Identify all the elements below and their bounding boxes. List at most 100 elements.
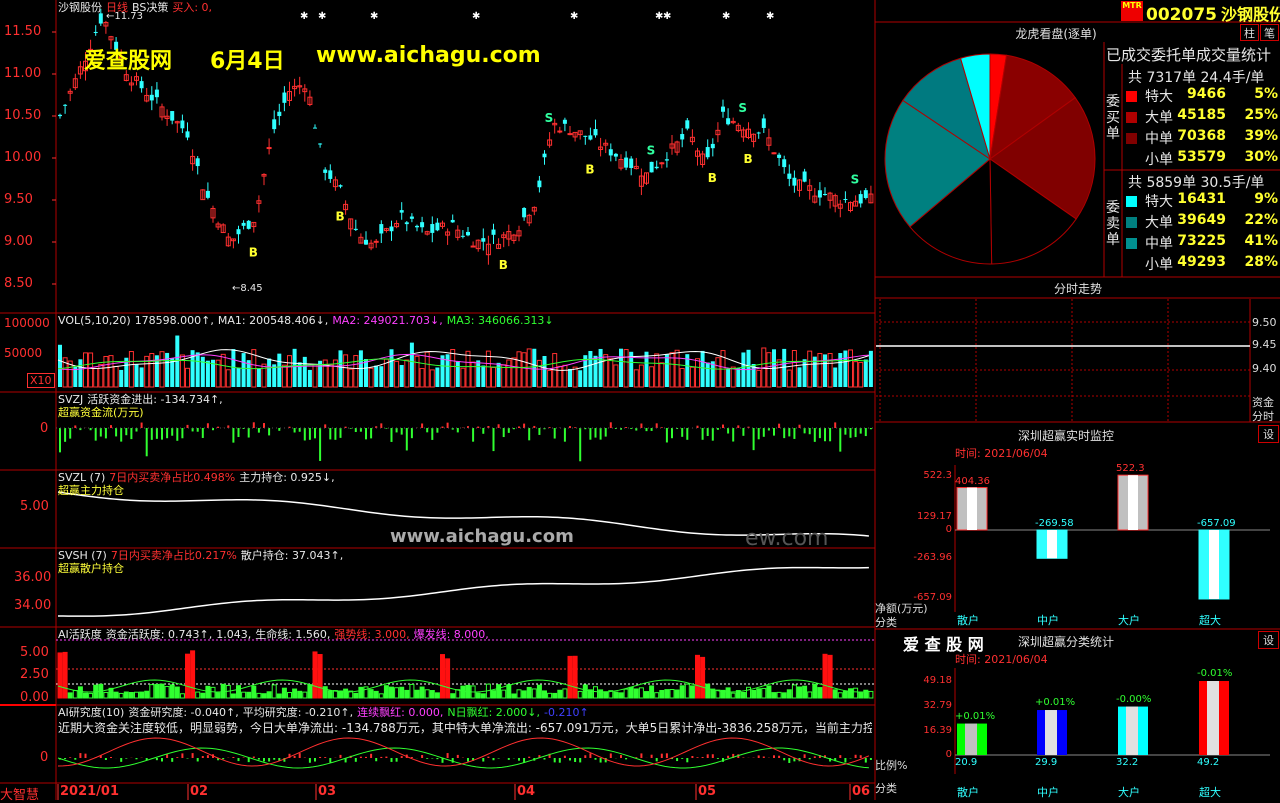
volume-bar <box>689 366 695 388</box>
tick-view-button[interactable]: 笔 <box>1260 24 1279 41</box>
ai-bar <box>618 692 624 699</box>
ai-bar <box>842 690 848 699</box>
candle-body <box>659 162 665 165</box>
air-name[interactable]: AI研究度(10) <box>58 706 124 719</box>
candle-body <box>756 132 761 134</box>
sell-pct: 22% <box>1244 212 1278 228</box>
volume-bar <box>460 367 466 388</box>
ai-bar <box>766 685 772 699</box>
monitor-value-label: 404.36 <box>955 475 990 487</box>
volume-bar <box>465 350 471 388</box>
badge-icon[interactable]: MTR <box>1121 1 1143 21</box>
sell-swatch <box>1126 196 1137 207</box>
volume-bar <box>766 352 772 388</box>
svzj-desc: 活跃资金进出: -134.734↑, <box>87 393 223 406</box>
candle-body <box>629 158 634 168</box>
candle-body <box>858 194 863 204</box>
vol-multiplier[interactable]: X10 <box>27 373 55 388</box>
volume-bar <box>736 368 741 387</box>
ai-bar <box>572 655 578 699</box>
volume-bar <box>277 353 282 387</box>
ai-bar <box>628 686 634 699</box>
ai-bar <box>144 690 150 699</box>
price-tick-label: 9.00 <box>4 234 33 249</box>
ai-bar <box>261 693 267 699</box>
ai-name[interactable]: AI活跃度 <box>58 628 102 641</box>
ai-bar <box>200 692 206 699</box>
buy-name: 大单 <box>1145 110 1173 126</box>
candle-body <box>185 131 190 138</box>
candle-body <box>654 166 659 169</box>
volume-bar <box>578 370 583 387</box>
volume-bar <box>833 367 838 387</box>
ai-bar <box>256 692 262 699</box>
candle-body <box>649 161 654 173</box>
stock-code: 002075 <box>1146 5 1217 25</box>
buy-value: 9466 <box>1187 86 1226 102</box>
ai-bar <box>67 692 73 699</box>
volume-bar <box>78 359 83 387</box>
ai-bar <box>593 686 598 699</box>
ai-bar <box>455 689 461 699</box>
candle-body <box>205 190 210 198</box>
signal-buy-mark: B <box>499 258 508 272</box>
ai-bar <box>598 689 604 699</box>
buy-swatch <box>1126 91 1137 102</box>
volume-bar <box>613 364 619 388</box>
ai-tick-label: 2.50 <box>20 667 49 682</box>
candle-body <box>409 216 414 219</box>
candle-body <box>353 228 358 230</box>
ai-bar <box>664 689 670 699</box>
ai-bar <box>394 687 400 699</box>
ai-bar <box>281 687 287 699</box>
volume-bar <box>435 367 440 387</box>
classify-settings-button[interactable]: 设 <box>1258 631 1279 649</box>
volume-bar <box>674 349 680 388</box>
volume-bar <box>700 350 705 387</box>
volume-bar <box>409 342 414 387</box>
svzj-name[interactable]: SVZJ <box>58 393 83 406</box>
bar-view-button[interactable]: 柱 <box>1240 24 1259 41</box>
volume-bar <box>664 354 669 387</box>
volume-bar <box>848 349 853 388</box>
buy-value: 45185 <box>1177 107 1226 123</box>
sell-pct: 28% <box>1244 254 1278 270</box>
volume-bar <box>220 353 226 388</box>
ai-bar <box>638 687 644 699</box>
ai-bar <box>179 693 185 699</box>
ai-header: AI活跃度 资金活跃度: 0.743↑, 1.043, 生命线: 1.560, 强势线:… <box>58 628 493 641</box>
ai-bar <box>659 689 665 699</box>
volume-bar <box>863 359 868 387</box>
ai-bar <box>149 684 155 699</box>
price-tick-label: 10.50 <box>4 108 42 123</box>
candle-body <box>58 114 62 117</box>
svzl-name[interactable]: SVZL (7) <box>58 471 105 484</box>
air-e: -0.210↑ <box>543 706 589 719</box>
svzj-sub: 超赢资金流(万元) <box>58 406 144 419</box>
volume-bar <box>695 358 700 388</box>
ai-bar <box>353 692 359 699</box>
svsh-desc: 7日内买卖净占比0.217% <box>110 549 237 562</box>
vol-name[interactable]: VOL(5,10,20) <box>58 314 131 327</box>
candle-body <box>705 147 710 158</box>
candle-body <box>466 231 470 236</box>
star-mark: ✱ <box>722 11 730 22</box>
ai-tick-label: 0.00 <box>20 690 49 705</box>
classify-title: 深圳超赢分类统计 <box>1018 635 1115 649</box>
ai-bar <box>123 691 129 699</box>
candle-body <box>389 226 394 232</box>
monitor-settings-button[interactable]: 设 <box>1258 425 1279 443</box>
monitor-value-label: -269.58 <box>1035 518 1074 529</box>
intraday-tick-label: 9.40 <box>1252 362 1277 375</box>
date-label: 02 <box>190 784 209 799</box>
buy-swatch <box>1126 133 1137 144</box>
volume-bar <box>730 366 736 388</box>
volume-bar <box>455 361 460 387</box>
svsh-name[interactable]: SVSH (7) <box>58 549 107 562</box>
ai-bar <box>118 692 124 699</box>
candle-body <box>522 207 527 218</box>
ai-bar <box>725 687 731 699</box>
volume-bar <box>195 352 200 387</box>
volume-bar <box>93 367 99 388</box>
monitor-value-label: 522.3 <box>1116 463 1145 475</box>
